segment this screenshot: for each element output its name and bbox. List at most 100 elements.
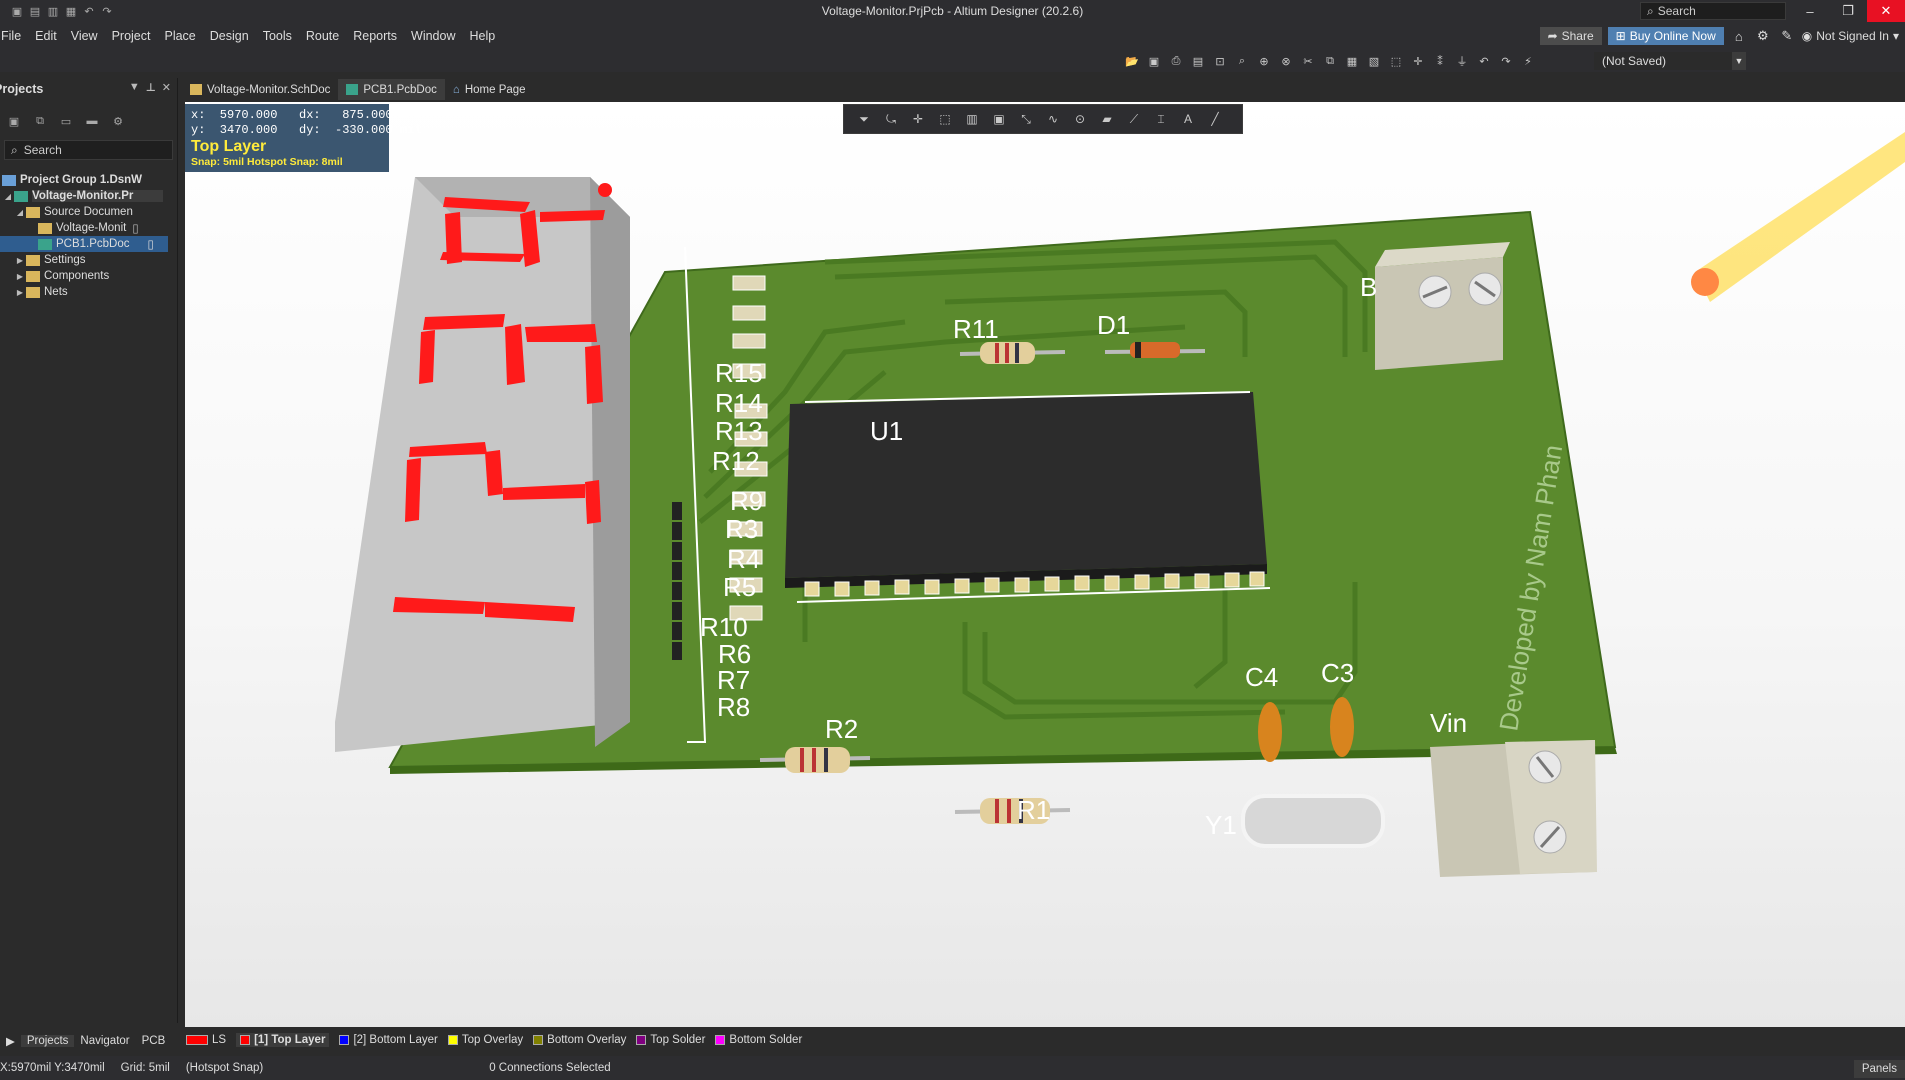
open-folder-icon[interactable]: ▭ bbox=[58, 113, 74, 129]
cut-icon[interactable]: ✂ bbox=[1299, 52, 1317, 70]
menu-tools[interactable]: Tools bbox=[256, 29, 299, 43]
folder-options-icon[interactable]: ▬ bbox=[84, 113, 100, 129]
menu-file[interactable]: File bbox=[0, 29, 28, 43]
chevron-down-icon[interactable]: ◢ bbox=[2, 192, 14, 201]
polygon-icon[interactable]: ▰ bbox=[1097, 109, 1117, 129]
menu-route[interactable]: Route bbox=[299, 29, 346, 43]
save-all-icon[interactable]: ▤ bbox=[28, 4, 42, 18]
line-icon[interactable]: ╱ bbox=[1205, 109, 1225, 129]
copy-icon[interactable]: ⧉ bbox=[1321, 52, 1339, 70]
layer-set-ls[interactable]: LS bbox=[186, 1034, 226, 1046]
route-icon[interactable]: ⤿ bbox=[881, 109, 901, 129]
projects-search-input[interactable]: ⌕ Search bbox=[4, 140, 173, 160]
menu-design[interactable]: Design bbox=[203, 29, 256, 43]
buy-online-button[interactable]: ⊞ Buy Online Now bbox=[1607, 27, 1724, 45]
tab-pcbdoc[interactable]: PCB1.PcbDoc bbox=[338, 79, 445, 100]
tab-navigator[interactable]: Navigator bbox=[74, 1035, 135, 1047]
home-icon[interactable]: ⌂ bbox=[1730, 27, 1748, 45]
filter-icon[interactable]: ⏷ bbox=[854, 109, 874, 129]
rubber-stamp-icon[interactable]: ▧ bbox=[1365, 52, 1383, 70]
deselect-icon[interactable]: ⁑ bbox=[1431, 52, 1449, 70]
text-icon[interactable]: A bbox=[1178, 109, 1198, 129]
tree-item-components[interactable]: ▶ Components bbox=[0, 268, 177, 284]
chevron-right-icon[interactable]: ▶ bbox=[14, 272, 26, 281]
zoom-area-icon[interactable]: ⌕ bbox=[1233, 52, 1251, 70]
tree-item-pcbdoc[interactable]: PCB1.PcbDoc ▯ bbox=[0, 236, 168, 252]
copy-project-icon[interactable]: ⧉ bbox=[32, 113, 48, 129]
cross-probe-icon[interactable]: ⚡ bbox=[1519, 52, 1537, 70]
share-button[interactable]: ➦ Share bbox=[1539, 27, 1602, 45]
move-icon[interactable]: ✛ bbox=[1409, 52, 1427, 70]
gear-icon[interactable]: ⚙ bbox=[1754, 27, 1772, 45]
pcb-3d-canvas[interactable]: R15 R14 R13 R12 R9 R3 R4 R5 R10 R6 R7 R8… bbox=[185, 102, 1905, 1027]
sign-in-menu[interactable]: ◉ Not Signed In ▾ bbox=[1802, 29, 1899, 43]
save-icon[interactable]: ▣ bbox=[10, 4, 24, 18]
chevron-right-icon[interactable]: ▶ bbox=[14, 256, 26, 265]
tree-item-source-documents[interactable]: ◢ Source Documen bbox=[0, 204, 177, 220]
print-icon[interactable]: ⎙ bbox=[1167, 52, 1185, 70]
tree-item-project[interactable]: ◢ Voltage-Monitor.Pr bbox=[0, 188, 177, 204]
variant-dropdown[interactable]: (Not Saved) ▼ bbox=[1594, 52, 1746, 70]
global-search-input[interactable]: ⌕ Search bbox=[1640, 2, 1786, 20]
layer-bottom-overlay[interactable]: Bottom Overlay bbox=[533, 1034, 626, 1046]
menu-project[interactable]: Project bbox=[105, 29, 158, 43]
layer-top-solder[interactable]: Top Solder bbox=[636, 1034, 705, 1046]
paste-icon[interactable]: ▦ bbox=[1343, 52, 1361, 70]
layer-bottom-solder[interactable]: Bottom Solder bbox=[715, 1034, 802, 1046]
open-icon[interactable]: 📂 bbox=[1123, 52, 1141, 70]
save-icon[interactable]: ▣ bbox=[6, 113, 22, 129]
close-panel-icon[interactable]: ✕ bbox=[162, 81, 171, 94]
tree-item-settings[interactable]: ▶ Settings bbox=[0, 252, 177, 268]
via-icon[interactable]: ⊙ bbox=[1070, 109, 1090, 129]
menu-place[interactable]: Place bbox=[157, 29, 202, 43]
select-area-icon[interactable]: ⬚ bbox=[1387, 52, 1405, 70]
layer-bottom-layer[interactable]: [2] Bottom Layer bbox=[339, 1034, 438, 1046]
component-icon[interactable]: ▣ bbox=[989, 109, 1009, 129]
select-rect-icon[interactable]: ⬚ bbox=[935, 109, 955, 129]
menu-view[interactable]: View bbox=[64, 29, 105, 43]
minimize-icon[interactable]: – bbox=[1791, 0, 1829, 22]
tree-item-project-group[interactable]: Project Group 1.DsnW bbox=[0, 172, 177, 188]
cross-icon[interactable]: ✛ bbox=[908, 109, 928, 129]
undo-icon[interactable]: ↶ bbox=[82, 4, 96, 18]
layer-top-overlay[interactable]: Top Overlay bbox=[447, 1034, 523, 1046]
redo-icon[interactable]: ↷ bbox=[1497, 52, 1515, 70]
undo-icon[interactable]: ↶ bbox=[1475, 52, 1493, 70]
open-document-icon[interactable]: ▥ bbox=[46, 4, 60, 18]
chevron-right-icon[interactable]: ▶ bbox=[0, 1034, 21, 1048]
tab-pcb[interactable]: PCB bbox=[136, 1035, 172, 1047]
gear-icon[interactable]: ⚙ bbox=[110, 113, 126, 129]
print-preview-icon[interactable]: ▤ bbox=[1189, 52, 1207, 70]
zoom-fit-icon[interactable]: ⊡ bbox=[1211, 52, 1229, 70]
chevron-down-icon[interactable]: ◢ bbox=[14, 208, 26, 217]
tab-projects[interactable]: Projects bbox=[20, 1035, 75, 1047]
dimension-icon[interactable]: ⟋ bbox=[1124, 109, 1144, 129]
tab-schdoc[interactable]: Voltage-Monitor.SchDoc bbox=[182, 79, 338, 100]
interactive-route-icon[interactable]: ⤡ bbox=[1016, 109, 1036, 129]
tree-item-schdoc[interactable]: Voltage-Monit ▯ bbox=[0, 220, 177, 236]
notifications-icon[interactable]: ✎ bbox=[1778, 27, 1796, 45]
zoom-selected-icon[interactable]: ⊕ bbox=[1255, 52, 1273, 70]
align-icon[interactable]: ▥ bbox=[962, 109, 982, 129]
chevron-right-icon[interactable]: ▶ bbox=[14, 288, 26, 297]
menu-window[interactable]: Window bbox=[404, 29, 462, 43]
restore-icon[interactable]: ❐ bbox=[1829, 0, 1867, 22]
zoom-filtered-icon[interactable]: ⊗ bbox=[1277, 52, 1295, 70]
close-icon[interactable]: ✕ bbox=[1867, 0, 1905, 22]
panels-button[interactable]: Panels bbox=[1853, 1060, 1905, 1078]
search-icon: ⌕ bbox=[11, 142, 18, 157]
tree-item-nets[interactable]: ▶ Nets bbox=[0, 284, 177, 300]
keepout-icon[interactable]: ⌶ bbox=[1151, 109, 1171, 129]
save-icon[interactable]: ▣ bbox=[1145, 52, 1163, 70]
tab-home-page[interactable]: ⌂ Home Page bbox=[445, 79, 534, 100]
redo-icon[interactable]: ↷ bbox=[100, 4, 114, 18]
menu-edit[interactable]: Edit bbox=[28, 29, 64, 43]
panel-menu-icon[interactable]: ▼ bbox=[129, 81, 140, 94]
layer-top-layer[interactable]: [1] Top Layer bbox=[236, 1033, 330, 1047]
diff-pair-icon[interactable]: ∿ bbox=[1043, 109, 1063, 129]
clear-filter-icon[interactable]: ⏚ bbox=[1453, 52, 1471, 70]
open-project-icon[interactable]: ▦ bbox=[64, 4, 78, 18]
pin-icon[interactable]: ⊥ bbox=[146, 81, 156, 94]
menu-reports[interactable]: Reports bbox=[346, 29, 404, 43]
menu-help[interactable]: Help bbox=[462, 29, 502, 43]
